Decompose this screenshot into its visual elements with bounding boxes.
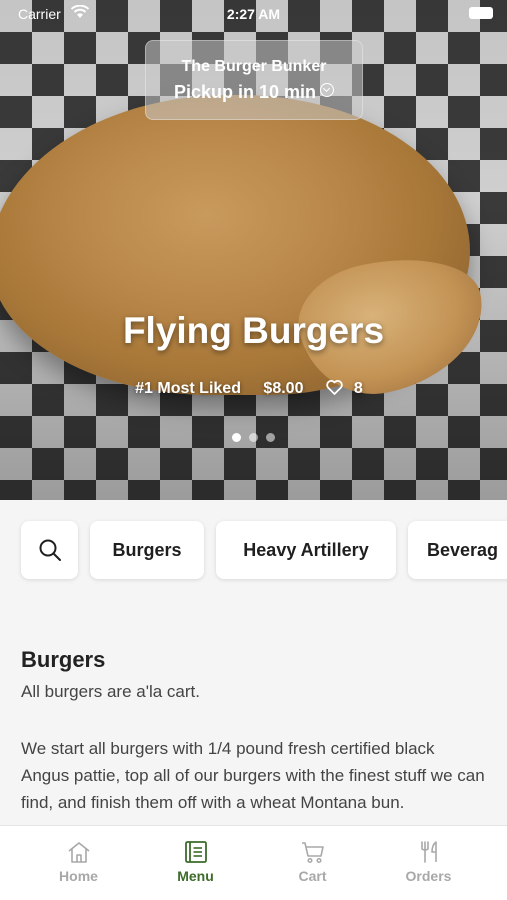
tab-home[interactable]: Home — [20, 826, 137, 900]
tab-menu[interactable]: Menu — [137, 826, 254, 900]
battery-icon — [469, 7, 493, 19]
status-time: 2:27 AM — [226, 6, 281, 22]
cart-icon — [301, 842, 324, 864]
tab-cart[interactable]: Cart — [254, 826, 371, 900]
section-title: Burgers — [21, 647, 106, 672]
category-tab[interactable]: Beverag — [408, 521, 507, 579]
category-bar[interactable]: Burgers Heavy Artillery Beverag — [0, 500, 507, 600]
category-tab[interactable]: Heavy Artillery — [216, 521, 396, 579]
tab-label: Home — [59, 868, 98, 884]
featured-rank: #1 Most Liked — [135, 380, 241, 397]
menu-section: Burgers All burgers are a'la cart. We st… — [0, 600, 507, 825]
carousel-indicator[interactable] — [0, 429, 507, 447]
tab-label: Menu — [177, 868, 214, 884]
section-subtitle: All burgers are a'la cart. — [21, 682, 200, 701]
location-selector[interactable]: The Burger Bunker Pickup in 10 min — [145, 40, 363, 120]
heart-icon — [326, 380, 343, 395]
tab-label: Orders — [405, 868, 452, 884]
pickup-time: Pickup in 10 min — [146, 82, 362, 103]
location-name: The Burger Bunker — [181, 58, 327, 75]
tab-label: Cart — [298, 868, 327, 884]
featured-price: $8.00 — [263, 380, 304, 397]
category-tab[interactable]: Burgers — [90, 521, 204, 579]
home-icon — [68, 842, 89, 863]
featured-likes[interactable]: 8 — [326, 380, 372, 397]
featured-item-title: Flying Burgers — [122, 310, 385, 351]
carousel-dot[interactable] — [266, 433, 275, 442]
fork-knife-icon — [420, 841, 437, 863]
search-icon — [39, 539, 61, 561]
menu-book-icon — [184, 841, 207, 863]
hero-banner[interactable]: Carrier 2:27 AM The Burger Bunker Pickup… — [0, 0, 507, 500]
chevron-down-circle-icon — [320, 83, 335, 97]
section-description: We start all burgers with 1/4 pound fres… — [21, 739, 485, 812]
tab-orders[interactable]: Orders — [370, 826, 487, 900]
status-bar: Carrier 2:27 AM — [0, 0, 507, 28]
carousel-dot[interactable] — [249, 433, 258, 442]
bottom-tab-bar[interactable]: Home Menu Cart Orders — [0, 825, 507, 900]
carousel-dot[interactable] — [232, 433, 241, 442]
search-button[interactable] — [21, 521, 78, 579]
featured-item-meta: #1 Most Liked $8.00 8 — [0, 380, 507, 398]
